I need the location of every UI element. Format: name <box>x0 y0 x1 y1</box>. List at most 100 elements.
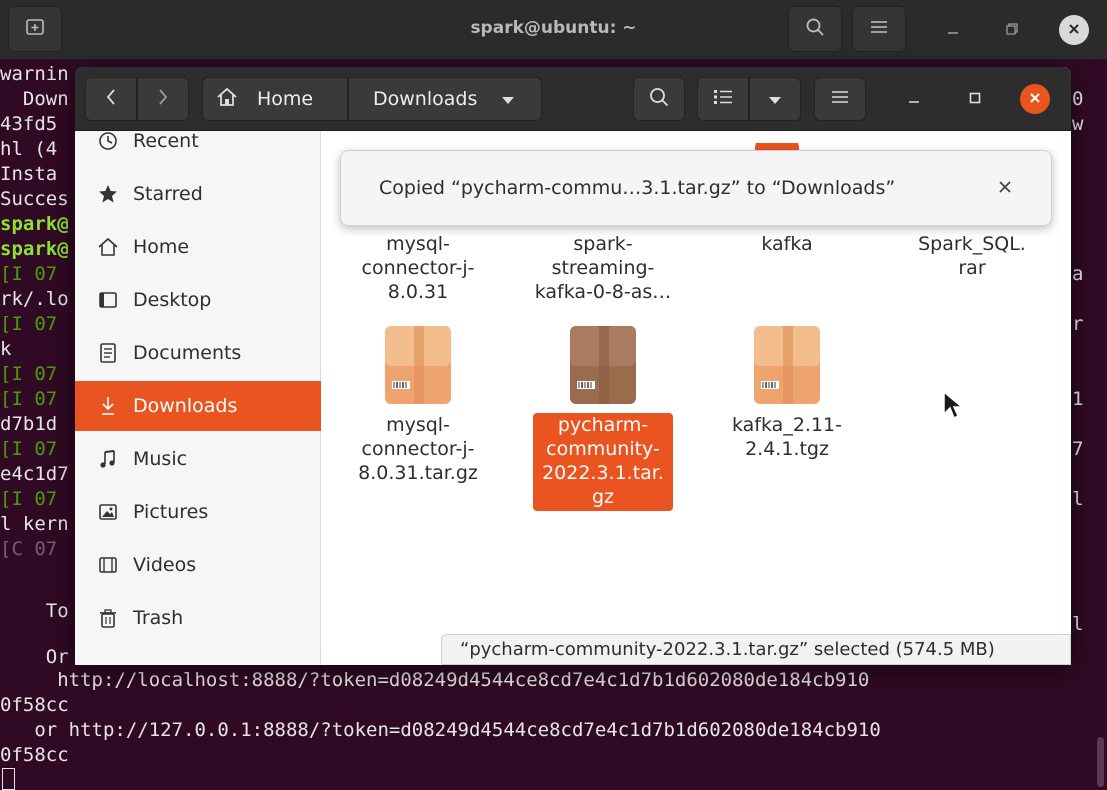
picture-icon <box>95 499 121 525</box>
terminal-menu-button[interactable] <box>852 6 906 52</box>
sidebar-item-label: Pictures <box>133 501 209 523</box>
file-name: spark- streaming- kafka-0-8-as… <box>534 233 672 303</box>
terminal-line: 0f58cc <box>0 694 69 716</box>
minimize-icon <box>907 90 921 109</box>
terminal-line: e4c1d7 <box>0 463 69 485</box>
download-icon <box>95 393 121 419</box>
breadcrumb-home[interactable]: Home <box>202 77 348 121</box>
terminal-line-fragment: l <box>1072 613 1084 635</box>
terminal-line: 43fd5 <box>0 113 58 135</box>
files-close-button[interactable] <box>1020 84 1050 114</box>
list-view-button[interactable] <box>697 77 749 121</box>
terminal-line: To <box>0 600 69 622</box>
terminal-line: [I 07 <box>0 313 58 335</box>
sidebar-item-recent[interactable]: Recent <box>75 116 321 166</box>
terminal-line: [I 07 <box>0 363 58 385</box>
file-item-selected[interactable]: pycharm- community- 2022.3.1.tar. gz <box>528 325 678 511</box>
home-icon <box>95 234 121 260</box>
terminal-line: warnin <box>0 63 69 85</box>
terminal-close-button[interactable] <box>1059 15 1089 45</box>
notification-text: Copied “pycharm-commu…3.1.tar.gz” to “Do… <box>379 177 896 199</box>
terminal-line-fragment: 7 <box>1072 438 1084 460</box>
trash-icon <box>95 605 121 631</box>
close-icon <box>1028 90 1042 109</box>
terminal-line-fragment: w <box>1072 113 1084 135</box>
breadcrumb-home-label: Home <box>257 88 314 110</box>
document-icon <box>95 340 121 366</box>
mouse-pointer-icon <box>942 390 965 424</box>
sidebar-item-starred[interactable]: Starred <box>75 169 321 219</box>
sidebar-item-pictures[interactable]: Pictures <box>75 487 321 537</box>
sidebar-item-downloads[interactable]: Downloads <box>75 381 321 431</box>
files-maximize-button[interactable] <box>960 84 990 114</box>
files-search-button[interactable] <box>633 77 685 121</box>
archive-package-icon <box>384 325 452 405</box>
terminal-line-fragment: 0 <box>1072 88 1084 110</box>
files-menu-button[interactable] <box>814 77 866 121</box>
places-sidebar: Recent Starred Home Desktop Documents Downloa… <box>75 130 321 665</box>
terminal-line: [I 07 <box>0 438 58 460</box>
breadcrumb-downloads[interactable]: Downloads <box>348 77 542 121</box>
back-button[interactable] <box>85 77 137 121</box>
hamburger-icon <box>869 19 889 39</box>
home-icon <box>215 86 239 112</box>
notification-close-button[interactable] <box>993 176 1017 200</box>
terminal-minimize-button[interactable] <box>938 15 968 45</box>
terminal-line: [I 07 <box>0 388 58 410</box>
terminal-line: [C 07 <box>0 538 58 560</box>
terminal-search-button[interactable] <box>788 6 842 52</box>
sidebar-item-trash[interactable]: Trash <box>75 593 321 643</box>
breadcrumb-current-label: Downloads <box>373 88 478 110</box>
file-name: pycharm- community- 2022.3.1.tar. gz <box>533 413 673 511</box>
terminal-line: d7b1d <box>0 413 58 435</box>
terminal-url-line: http://localhost:8888/?token=d08249d4544… <box>0 669 870 691</box>
file-name: kafka_2.11- 2.4.1.tgz <box>732 414 842 460</box>
terminal-line: spark@ <box>0 238 69 260</box>
sidebar-item-label: Starred <box>133 183 203 205</box>
caret-down-icon <box>501 90 515 109</box>
terminal-line: [I 07 <box>0 263 58 285</box>
file-item[interactable]: Spark_SQL. rar <box>897 232 1047 280</box>
terminal-header-bar: spark@ubuntu: ~ <box>0 0 1107 60</box>
sidebar-item-documents[interactable]: Documents <box>75 328 321 378</box>
chevron-left-icon <box>104 86 118 112</box>
clock-icon <box>95 128 121 154</box>
sidebar-item-videos[interactable]: Videos <box>75 540 321 590</box>
file-item[interactable]: spark- streaming- kafka-0-8-as… <box>528 232 678 304</box>
sidebar-item-label: Home <box>133 236 190 258</box>
terminal-line: spark@ <box>0 213 69 235</box>
list-view-icon <box>712 88 734 110</box>
file-item[interactable]: mysql- connector-j- 8.0.31 <box>343 232 493 304</box>
sidebar-item-home[interactable]: Home <box>75 222 321 272</box>
sidebar-item-label: Documents <box>133 342 242 364</box>
terminal-line: k <box>0 338 12 360</box>
archive-package-icon <box>753 325 821 405</box>
sidebar-item-label: Videos <box>133 554 197 576</box>
terminal-scrollbar[interactable] <box>1097 737 1104 787</box>
restore-icon <box>1005 21 1019 40</box>
chevron-right-icon <box>156 86 170 112</box>
sidebar-item-desktop[interactable]: Desktop <box>75 275 321 325</box>
archive-package-icon <box>569 325 637 405</box>
terminal-line: Down <box>0 88 69 110</box>
file-item[interactable]: kafka <box>712 232 862 256</box>
terminal-line-fragment: r <box>1072 313 1084 335</box>
hamburger-icon <box>830 89 850 109</box>
terminal-line: l kern <box>0 513 69 535</box>
file-name: mysql- connector-j- 8.0.31.tar.gz <box>358 414 478 484</box>
terminal-line: rk/.lo <box>0 288 69 310</box>
terminal-cursor <box>2 768 15 790</box>
file-item[interactable]: kafka_2.11- 2.4.1.tgz <box>712 325 862 461</box>
sidebar-item-music[interactable]: Music <box>75 434 321 484</box>
desktop-icon <box>95 287 121 313</box>
sidebar-item-label: Desktop <box>133 289 212 311</box>
terminal-restore-button[interactable] <box>997 15 1027 45</box>
terminal-line: [I 07 <box>0 488 58 510</box>
sidebar-item-label: Downloads <box>133 395 238 417</box>
file-item[interactable]: mysql- connector-j- 8.0.31.tar.gz <box>343 325 493 485</box>
files-minimize-button[interactable] <box>899 84 929 114</box>
view-options-dropdown[interactable] <box>749 77 801 121</box>
terminal-url-line: or http://127.0.0.1:8888/?token=d08249d4… <box>0 719 881 741</box>
forward-button[interactable] <box>137 77 189 121</box>
copy-notification: Copied “pycharm-commu…3.1.tar.gz” to “Do… <box>340 150 1052 226</box>
